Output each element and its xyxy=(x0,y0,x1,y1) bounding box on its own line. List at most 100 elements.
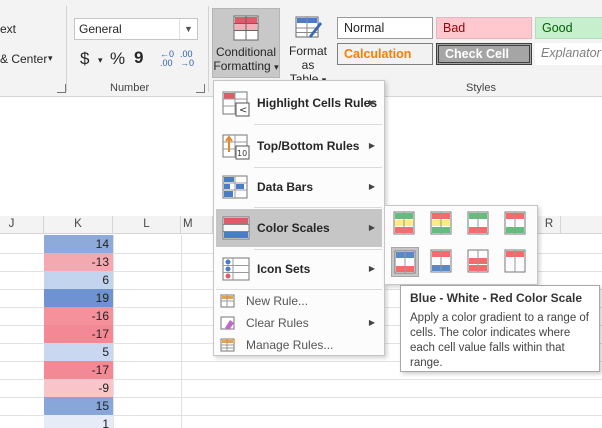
number-format-dropdown[interactable]: General ▼ xyxy=(74,18,198,40)
merge-center-caret[interactable]: ▾ xyxy=(48,53,53,64)
decrease-decimal-icon[interactable]: .00 →0 xyxy=(180,50,194,68)
column-header-j[interactable]: J xyxy=(0,216,44,234)
color-scale-option[interactable] xyxy=(428,247,456,277)
menu-item-label: Data Bars xyxy=(257,180,314,194)
grid-cell[interactable]: -9 xyxy=(44,379,113,397)
percent-button[interactable]: % xyxy=(110,49,125,69)
merge-center-button[interactable]: & Center xyxy=(0,52,47,66)
grid-cell[interactable]: 19 xyxy=(44,289,113,307)
menu-item-label: Clear Rules xyxy=(246,316,309,330)
number-format-value: General xyxy=(79,22,122,36)
menu-item-label: Icon Sets xyxy=(257,262,311,276)
format-as-table-button[interactable]: Format as Table ▾ xyxy=(282,8,334,86)
grid-cell[interactable]: -17 xyxy=(44,361,113,379)
color-scale-option[interactable] xyxy=(502,209,530,239)
alignment-dialog-launcher-icon[interactable] xyxy=(57,84,66,93)
color-scale-option[interactable] xyxy=(428,209,456,239)
currency-button[interactable]: $ xyxy=(80,49,89,69)
color-scale-icon xyxy=(504,211,526,235)
conditional-formatting-label-2: Formatting ▾ xyxy=(213,59,279,73)
column-header-l[interactable]: L xyxy=(113,216,181,234)
menu-item-label: Manage Rules... xyxy=(246,338,334,352)
submenu-arrow-icon: ▶ xyxy=(368,264,375,273)
conditional-formatting-button[interactable]: Conditional Formatting ▾ xyxy=(212,8,280,78)
submenu-arrow-icon: ▶ xyxy=(368,318,375,327)
color-scale-option[interactable] xyxy=(502,247,530,277)
icon-sets-icon xyxy=(222,257,250,281)
format-as-table-label-1: Format as xyxy=(288,44,327,72)
color-scale-tooltip: Blue - White - Red Color Scale Apply a c… xyxy=(400,285,600,372)
submenu-arrow-icon: ▶ xyxy=(368,141,375,150)
style-explanatory[interactable]: Explanator xyxy=(535,43,602,65)
gridline xyxy=(113,235,114,428)
top-bottom-rules-icon: 10 xyxy=(222,134,250,160)
style-normal[interactable]: Normal xyxy=(337,17,433,39)
menu-item-new-rule[interactable]: New Rule... xyxy=(216,290,382,312)
grid-cell[interactable]: -13 xyxy=(44,253,113,271)
column-header-r[interactable]: R xyxy=(538,216,561,234)
menu-separator xyxy=(254,124,382,125)
styles-group-label: Styles xyxy=(466,82,496,94)
color-scales-icon xyxy=(222,216,250,240)
highlight-cells-rules-icon: < xyxy=(222,91,250,117)
format-as-table-icon xyxy=(295,16,322,38)
color-scale-option[interactable] xyxy=(465,247,493,277)
color-scale-icon xyxy=(394,250,416,274)
menu-item-label: New Rule... xyxy=(246,294,309,308)
grid-cell[interactable]: -17 xyxy=(44,325,113,343)
submenu-arrow-icon: ▶ xyxy=(368,223,375,232)
number-group-label: Number xyxy=(110,82,150,94)
grid-cell[interactable]: 6 xyxy=(44,271,113,289)
menu-item-color-scales[interactable]: Color Scales ▶ xyxy=(216,209,382,247)
number-dialog-launcher-icon[interactable] xyxy=(196,84,205,93)
color-scale-option[interactable] xyxy=(465,209,493,239)
column-header-m[interactable]: M xyxy=(181,216,213,234)
conditional-formatting-icon xyxy=(233,15,259,41)
color-scale-icon xyxy=(430,211,452,235)
color-scale-option[interactable] xyxy=(391,209,419,239)
grid-cell[interactable]: 14 xyxy=(44,235,113,253)
menu-item-clear-rules[interactable]: Clear Rules ▶ xyxy=(216,312,382,334)
conditional-formatting-label-1: Conditional xyxy=(215,45,277,59)
color-scale-icon xyxy=(467,249,489,273)
style-good[interactable]: Good xyxy=(535,17,602,39)
wrap-text-partial-label[interactable]: ext xyxy=(0,22,16,36)
menu-item-label: Color Scales xyxy=(257,221,330,235)
currency-caret-icon[interactable]: ▾ xyxy=(98,55,103,66)
grid-cell[interactable]: -16 xyxy=(44,307,113,325)
menu-item-data-bars[interactable]: Data Bars ▶ xyxy=(216,168,382,206)
style-calculation[interactable]: Calculation xyxy=(337,43,433,65)
menu-item-highlight-cells-rules[interactable]: < Highlight Cells Rules ▶ xyxy=(216,84,382,122)
color-scale-option[interactable] xyxy=(391,247,419,277)
tooltip-title: Blue - White - Red Color Scale xyxy=(410,291,583,305)
manage-rules-icon xyxy=(220,338,235,352)
menu-separator xyxy=(254,207,382,208)
chevron-down-icon[interactable]: ▼ xyxy=(179,19,197,39)
gridline xyxy=(181,235,182,428)
menu-item-top-bottom-rules[interactable]: 10 Top/Bottom Rules ▶ xyxy=(216,127,382,165)
menu-item-label: Highlight Cells Rules xyxy=(257,96,378,110)
tooltip-body: Apply a color gradient to a range of cel… xyxy=(410,312,590,369)
menu-item-label: Top/Bottom Rules xyxy=(257,139,360,153)
eraser-icon xyxy=(220,316,235,330)
column-header-k[interactable]: K xyxy=(44,216,113,234)
color-scales-submenu xyxy=(384,205,538,285)
menu-item-manage-rules[interactable]: Manage Rules... xyxy=(216,334,382,356)
color-scale-icon xyxy=(467,211,489,235)
grid-cell[interactable]: 5 xyxy=(44,343,113,361)
color-scale-icon xyxy=(393,211,415,235)
comma-style-button[interactable]: 9 xyxy=(134,48,143,68)
grid-cell[interactable]: 1 xyxy=(44,415,113,428)
style-bad[interactable]: Bad xyxy=(436,17,532,39)
svg-text:10: 10 xyxy=(237,149,247,158)
menu-item-icon-sets[interactable]: Icon Sets ▶ xyxy=(216,250,382,288)
increase-decimal-icon[interactable]: ←0.00 xyxy=(160,50,174,68)
group-separator xyxy=(66,6,67,92)
color-scale-icon xyxy=(504,249,526,273)
grid-cell[interactable]: 15 xyxy=(44,397,113,415)
group-separator xyxy=(208,6,209,92)
submenu-arrow-icon: ▶ xyxy=(368,182,375,191)
svg-text:<: < xyxy=(239,105,247,116)
color-scale-icon xyxy=(430,249,452,273)
style-check-cell[interactable]: Check Cell xyxy=(436,43,532,65)
